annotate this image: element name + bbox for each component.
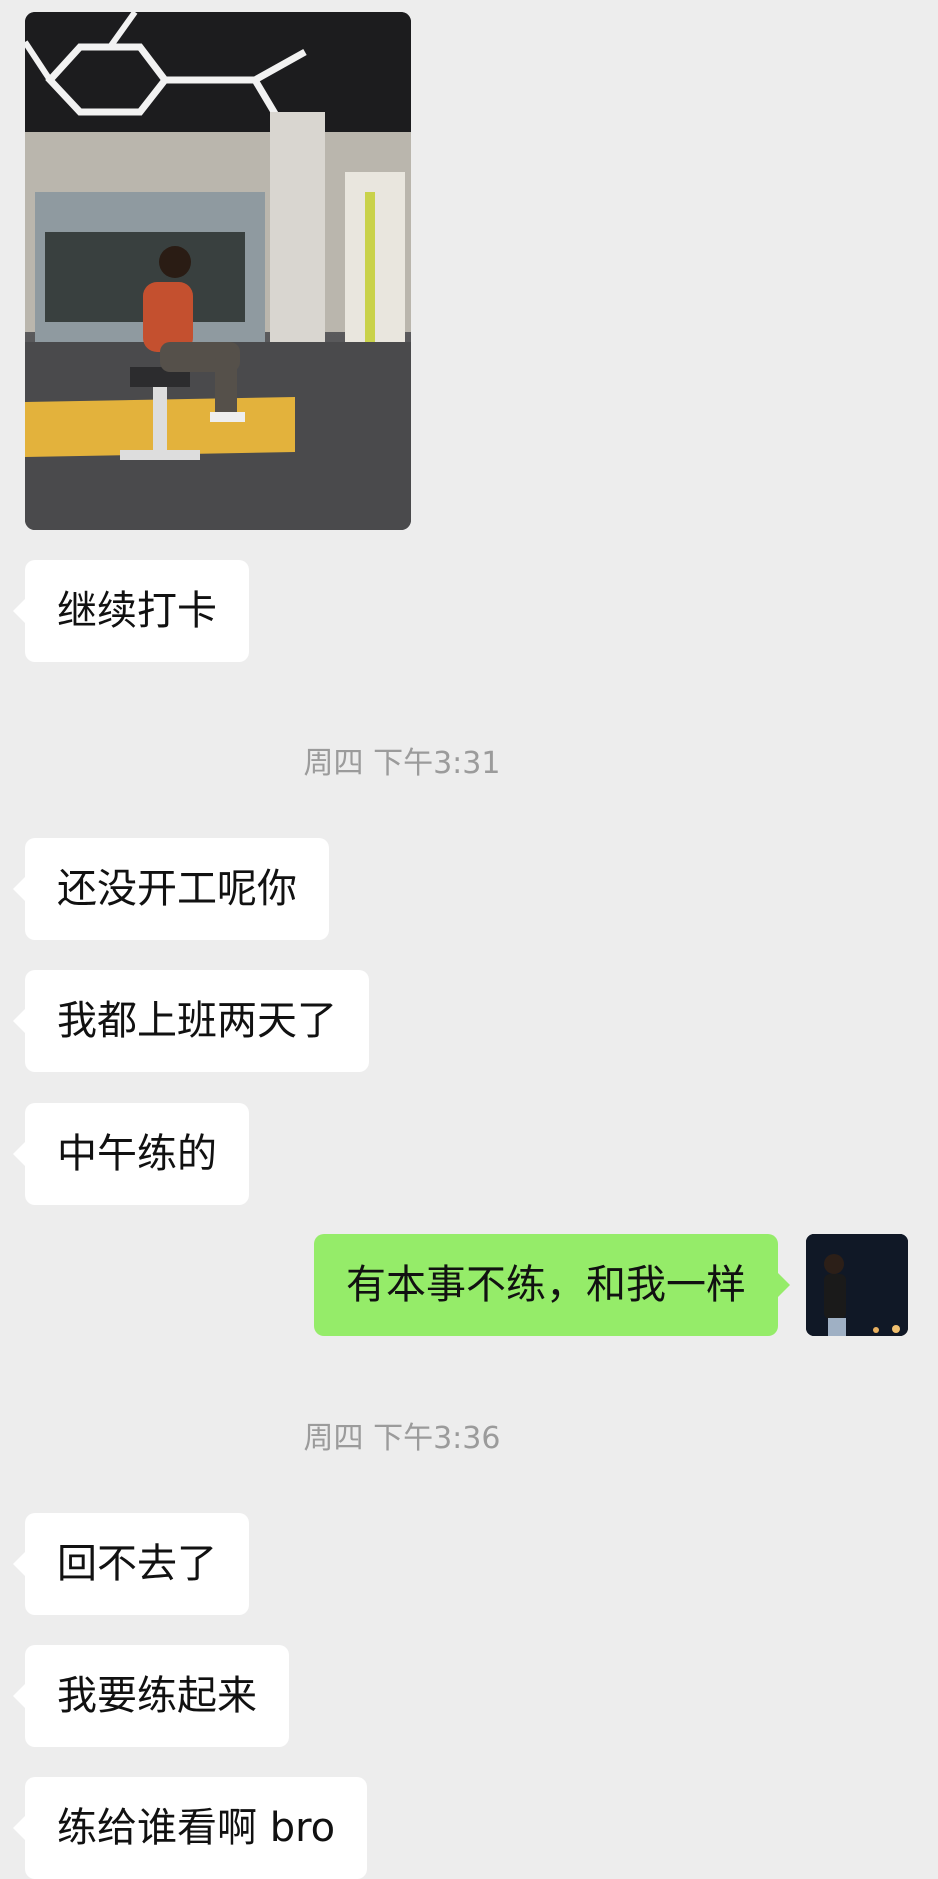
- avatar-photo-icon: [806, 1234, 908, 1336]
- message-bubble-received[interactable]: 还没开工呢你: [13, 838, 329, 940]
- message-bubble-received[interactable]: 回不去了: [13, 1513, 249, 1615]
- message-text: 有本事不练，和我一样: [346, 1262, 746, 1308]
- message-text: 还没开工呢你: [57, 866, 297, 912]
- message-text: 继续打卡: [57, 588, 217, 634]
- message-text: 回不去了: [57, 1541, 217, 1587]
- user-avatar[interactable]: [806, 1234, 908, 1336]
- message-bubble-received[interactable]: 练给谁看啊 bro: [12, 1777, 368, 1879]
- message-text: 我要练起来: [57, 1673, 257, 1719]
- message-bubble-received[interactable]: 中午练的: [13, 1103, 249, 1205]
- message-text: 中午练的: [57, 1131, 217, 1177]
- message-text: 我都上班两天了: [57, 998, 337, 1044]
- timestamp: 周四 下午3:31: [303, 746, 501, 781]
- message-bubble-received[interactable]: 我要练起来: [13, 1645, 289, 1747]
- message-bubble-sent[interactable]: 有本事不练，和我一样: [314, 1234, 790, 1336]
- gym-photo: [25, 12, 411, 530]
- message-bubble-received[interactable]: 继续打卡: [13, 560, 249, 662]
- gym-photo-message[interactable]: [25, 12, 411, 530]
- timestamp: 周四 下午3:36: [303, 1421, 501, 1456]
- message-text: 练给谁看啊 bro: [57, 1805, 336, 1851]
- message-bubble-received[interactable]: 我都上班两天了: [13, 970, 369, 1072]
